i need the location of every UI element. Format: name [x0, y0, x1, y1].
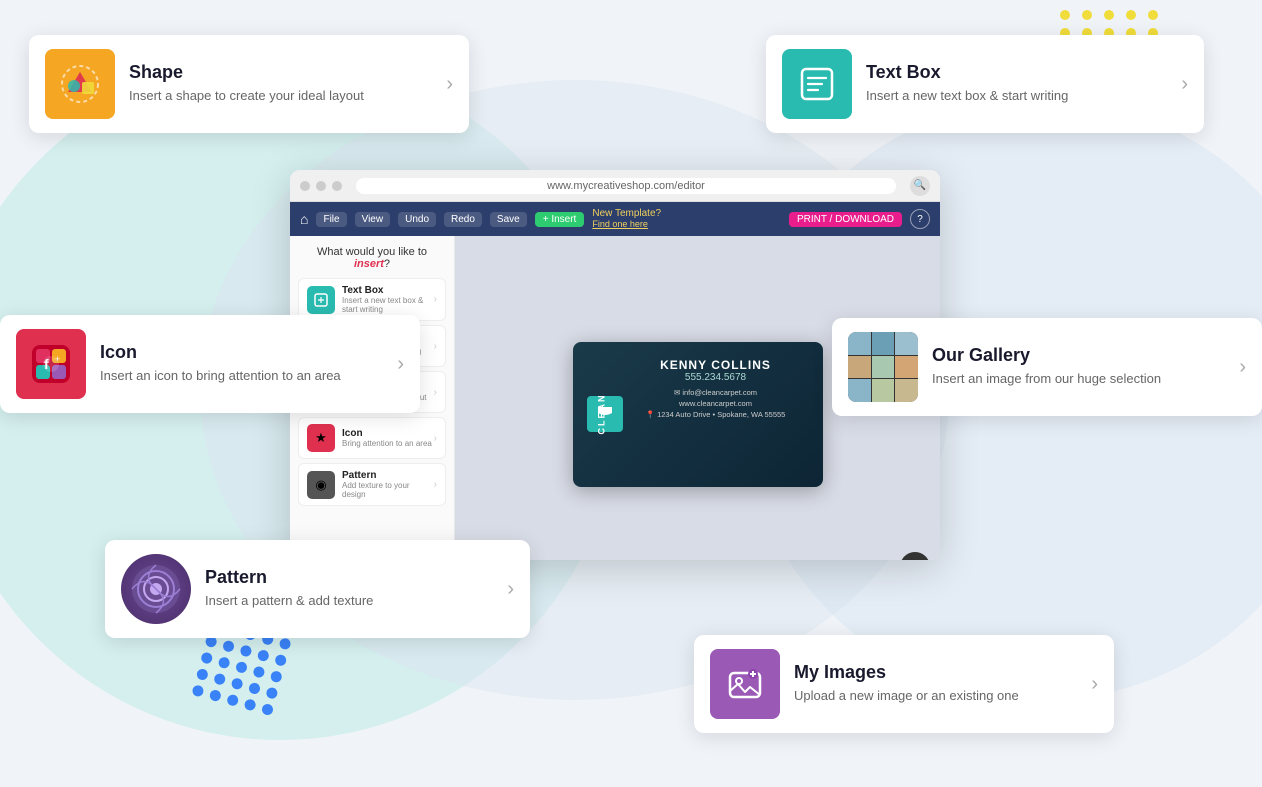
toolbar-save-btn[interactable]: Save — [490, 212, 527, 227]
insert-item-textbox-arrow: › — [434, 294, 437, 305]
insert-item-myimage-arrow: › — [434, 341, 437, 352]
insert-item-textbox-text: Text Box Insert a new text box & start w… — [342, 285, 434, 314]
browser-search-icon: 🔍 — [910, 176, 930, 196]
icon-card-subtitle: Insert an icon to bring attention to an … — [100, 367, 383, 385]
gallery-cell-4 — [848, 356, 871, 379]
insert-item-pattern-name: Pattern — [342, 470, 434, 481]
zoom-button[interactable] — [900, 552, 930, 560]
gallery-cell-1 — [848, 332, 871, 355]
pattern-card-title: Pattern — [205, 567, 493, 588]
insert-item-icon-arrow: › — [434, 433, 437, 444]
shape-card[interactable]: Shape Insert a shape to create your idea… — [29, 35, 469, 133]
insert-item-icon[interactable]: ★ Icon Bring attention to an area › — [298, 417, 446, 459]
insert-item-icon-text: Icon Bring attention to an area — [342, 428, 434, 448]
gallery-cell-9 — [895, 379, 918, 402]
gallery-cell-2 — [872, 332, 895, 355]
canvas-address: 📍 1234 Auto Drive • Spokane, WA 55555 — [646, 410, 786, 419]
shape-card-subtitle: Insert a shape to create your ideal layo… — [129, 87, 432, 105]
pattern-img — [121, 554, 191, 624]
gallery-mosaic — [848, 332, 918, 402]
pattern-card[interactable]: Pattern Insert a pattern & add texture › — [105, 540, 530, 638]
textbox-card[interactable]: Text Box Insert a new text box & start w… — [766, 35, 1204, 133]
gallery-cell-7 — [848, 379, 871, 402]
gallery-cell-3 — [895, 332, 918, 355]
canvas-brand: CLEAN — [596, 394, 606, 435]
gallery-cell-6 — [895, 356, 918, 379]
shape-card-text: Shape Insert a shape to create your idea… — [115, 62, 446, 105]
editor-toolbar: ⌂ File View Undo Redo Save + Insert New … — [290, 202, 940, 236]
browser-dot-2 — [316, 181, 326, 191]
textbox-card-arrow: › — [1181, 73, 1188, 96]
gallery-card-title: Our Gallery — [932, 345, 1225, 366]
toolbar-print-btn[interactable]: PRINT / DOWNLOAD — [789, 212, 902, 227]
canvas-phone: 555.234.5678 — [625, 372, 807, 383]
insert-item-icon-desc: Bring attention to an area — [342, 439, 434, 448]
gallery-card-text: Our Gallery Insert an image from our hug… — [918, 345, 1239, 388]
myimages-card-subtitle: Upload a new image or an existing one — [794, 687, 1077, 705]
browser-dot-1 — [300, 181, 310, 191]
gallery-card-subtitle: Insert an image from our huge selection — [932, 370, 1225, 388]
toolbar-help-btn[interactable]: ? — [910, 209, 930, 229]
insert-item-icon-name: Icon — [342, 428, 434, 439]
insert-item-pattern-icon: ◉ — [307, 471, 335, 499]
pattern-card-arrow: › — [507, 578, 514, 601]
browser-dot-3 — [332, 181, 342, 191]
svg-text:+: + — [55, 354, 60, 364]
icon-card[interactable]: f + Icon Insert an icon to bring attenti… — [0, 315, 420, 413]
pattern-card-subtitle: Insert a pattern & add texture — [205, 592, 493, 610]
gallery-card-arrow: › — [1239, 356, 1246, 379]
gallery-cell-5 — [872, 356, 895, 379]
business-card: KENNY COLLINS 555.234.5678 ✉ info@cleanc… — [573, 342, 823, 487]
myimages-card-arrow: › — [1091, 673, 1098, 696]
icon-card-text: Icon Insert an icon to bring attention t… — [86, 342, 397, 385]
toolbar-file-btn[interactable]: File — [316, 212, 346, 227]
svg-text:f: f — [44, 356, 49, 372]
insert-item-textbox-desc: Insert a new text box & start writing — [342, 296, 434, 314]
toolbar-home-icon: ⌂ — [300, 211, 308, 227]
toolbar-redo-btn[interactable]: Redo — [444, 212, 482, 227]
insert-item-icon-icon: ★ — [307, 424, 335, 452]
gallery-card[interactable]: Our Gallery Insert an image from our hug… — [832, 318, 1262, 416]
toolbar-view-btn[interactable]: View — [355, 212, 391, 227]
gallery-card-icon — [848, 332, 918, 402]
pattern-card-text: Pattern Insert a pattern & add texture — [191, 567, 507, 610]
textbox-card-icon — [782, 49, 852, 119]
toolbar-template-label: New Template? Find one here — [592, 208, 661, 230]
browser-bar: www.mycreativeshop.com/editor 🔍 — [290, 170, 940, 202]
icon-card-title: Icon — [100, 342, 383, 363]
myimages-card-text: My Images Upload a new image or an exist… — [780, 662, 1091, 705]
shape-card-icon — [45, 49, 115, 119]
insert-item-pattern-text: Pattern Add texture to your design — [342, 470, 434, 499]
canvas-company-name: KENNY COLLINS — [625, 358, 807, 372]
blue-dots-decoration — [200, 628, 284, 707]
textbox-card-title: Text Box — [866, 62, 1167, 83]
insert-item-pattern[interactable]: ◉ Pattern Add texture to your design › — [298, 463, 446, 506]
textbox-card-text: Text Box Insert a new text box & start w… — [852, 62, 1181, 105]
insert-panel-title: What would you like to insert? — [298, 246, 446, 270]
canvas-email: ✉ info@cleancarpet.com — [674, 388, 757, 397]
icon-card-arrow: › — [397, 353, 404, 376]
insert-item-shape-arrow: › — [434, 387, 437, 398]
insert-item-pattern-desc: Add texture to your design — [342, 481, 434, 499]
gallery-cell-8 — [872, 379, 895, 402]
shape-card-arrow: › — [446, 73, 453, 96]
insert-item-pattern-arrow: › — [434, 479, 437, 490]
toolbar-undo-btn[interactable]: Undo — [398, 212, 436, 227]
canvas-contact: ✉ info@cleancarpet.com www.cleancarpet.c… — [625, 387, 807, 421]
browser-url: www.mycreativeshop.com/editor — [356, 178, 896, 194]
insert-item-textbox-name: Text Box — [342, 285, 434, 296]
textbox-card-subtitle: Insert a new text box & start writing — [866, 87, 1167, 105]
myimages-card-title: My Images — [794, 662, 1077, 683]
canvas-website: www.cleancarpet.com — [679, 399, 752, 408]
myimages-card[interactable]: My Images Upload a new image or an exist… — [694, 635, 1114, 733]
icon-card-icon: f + — [16, 329, 86, 399]
toolbar-insert-btn[interactable]: + Insert — [535, 212, 585, 227]
shape-card-title: Shape — [129, 62, 432, 83]
myimages-card-icon — [710, 649, 780, 719]
insert-item-textbox-icon — [307, 286, 335, 314]
pattern-card-icon — [121, 554, 191, 624]
